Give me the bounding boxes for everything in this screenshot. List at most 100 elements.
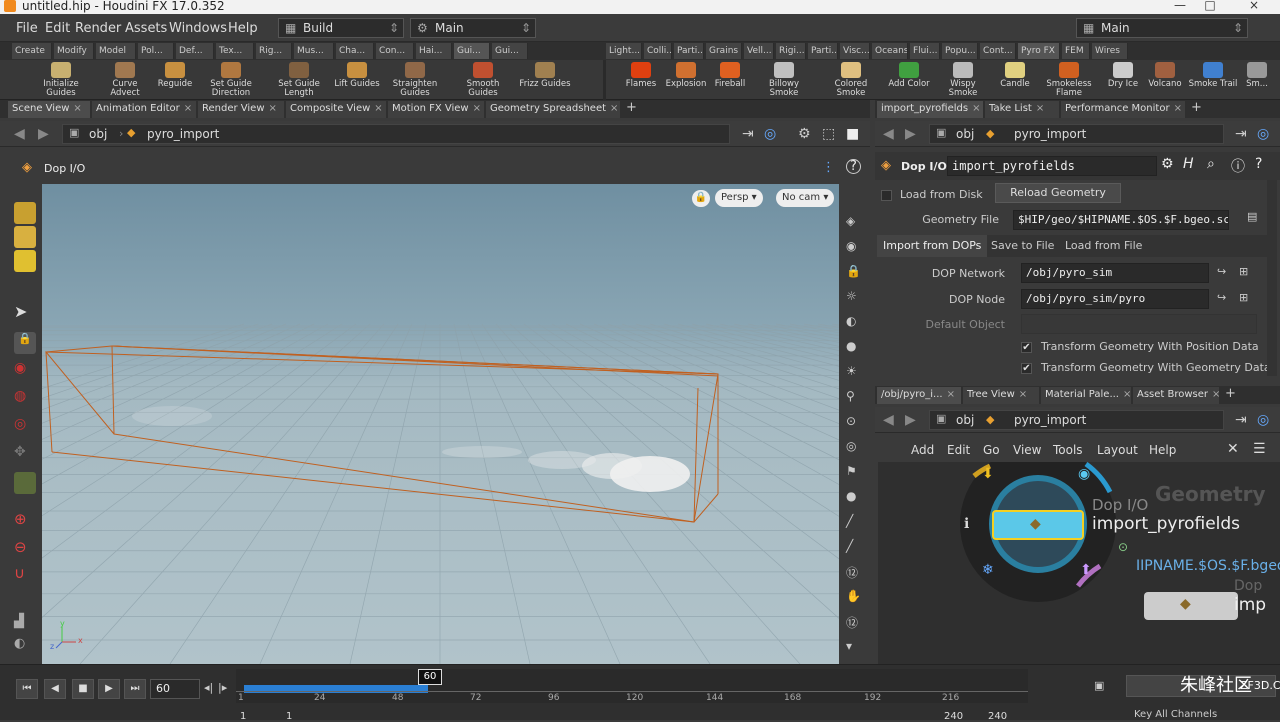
left_panel_tabs-tab-close-icon-5[interactable]: × (610, 103, 618, 114)
net-menu-1[interactable]: Edit (947, 443, 970, 457)
shelf-tab-10[interactable]: Hai... (416, 43, 452, 59)
maximize-pane-icon[interactable]: ■ (846, 126, 859, 142)
hscript-icon[interactable]: H (1183, 156, 1194, 172)
3d-viewport[interactable]: y x z 🔒 Persp ▾ No cam ▾ (42, 184, 839, 664)
viewport-options-icon[interactable]: ⋮ (822, 160, 835, 175)
shelf-tool-r8[interactable]: Smokeless Flame (1042, 62, 1096, 98)
left_panel_tabs-tab-close-icon-1[interactable]: × (184, 103, 192, 114)
dop-io-node[interactable]: ◆ (992, 510, 1084, 540)
bypass-flag-icon[interactable]: ⬇ (982, 466, 994, 482)
shelf-set-select[interactable]: ⚙ Main ⇕ (410, 18, 536, 38)
shelf-tool-5[interactable]: Lift Guides (330, 62, 384, 89)
shelf-tab-7[interactable]: Mus... (294, 43, 334, 59)
net_panel_tabs-tab-3[interactable]: Asset Browser × (1133, 387, 1219, 404)
net-menu-0[interactable]: Add (911, 443, 934, 457)
link-icon[interactable]: ◎ (1257, 412, 1269, 428)
forward-arrow-icon[interactable]: ▶ (38, 126, 49, 142)
shelf-tool-r6[interactable]: Wispy Smoke (936, 62, 990, 98)
reload-geometry-button[interactable]: Reload Geometry (995, 183, 1121, 203)
jump-to-node-icon[interactable]: ↪ (1217, 265, 1226, 278)
search-icon[interactable]: ⌕ (1207, 156, 1215, 172)
view-tool-icon[interactable]: ◉ (14, 360, 36, 382)
viewport-tool-icon-13[interactable]: ╱ (846, 539, 853, 553)
viewport-tool-icon-1[interactable]: ◉ (846, 239, 856, 253)
scale-tool-icon[interactable]: ◍ (14, 388, 36, 410)
second-node[interactable]: ◆ (1144, 592, 1238, 620)
left_panel_tabs-tab-close-icon-3[interactable]: × (374, 103, 382, 114)
geometry-file-field[interactable]: $HIP/geo/$HIPNAME.$OS.$F.bgeo.sc (1013, 210, 1229, 230)
display-icon[interactable]: ⚙ (798, 126, 811, 142)
default-object-field[interactable] (1021, 314, 1257, 334)
transform-tool-icon[interactable]: ✥ (14, 444, 36, 466)
left_panel_tabs-tab-5[interactable]: Geometry Spreadsheet × (486, 101, 620, 118)
viewport-tool-icon-0[interactable]: ◈ (846, 214, 855, 228)
left_panel_tabs-tab-0[interactable]: Scene View × (8, 101, 90, 118)
shelf-tab-r4[interactable]: Vell... (744, 43, 774, 59)
pose-tool-icon[interactable] (14, 472, 36, 494)
left_panel_tabs-tab-close-icon-4[interactable]: × (473, 103, 481, 114)
shelf-set-select-right[interactable]: ▦ Main ⇕ (1076, 18, 1248, 38)
shelf-tool-r10[interactable]: Volcano (1138, 62, 1192, 89)
second-node-name[interactable]: imp (1234, 595, 1266, 615)
net-menu-4[interactable]: Tools (1053, 443, 1083, 457)
net_panel_tabs-tab-0[interactable]: /obj/pyro_i... × (877, 387, 961, 404)
paint-tool-icon[interactable]: ▟ (14, 614, 36, 636)
camera-icon[interactable]: ⬚ (822, 126, 835, 142)
cam-select-button[interactable]: No cam ▾ (776, 189, 835, 207)
viewport-tool-icon-17[interactable]: ▾ (846, 639, 852, 653)
shelf-tab-5[interactable]: Tex... (216, 43, 254, 59)
frame-field[interactable]: 60 (150, 679, 200, 699)
shelf-divider[interactable] (603, 60, 606, 100)
viewport-tool-icon-7[interactable]: ⚲ (846, 389, 855, 403)
menu-help[interactable]: Help (228, 21, 258, 36)
gear-icon[interactable]: ⚙ (1161, 156, 1174, 172)
net-menu-3[interactable]: View (1013, 443, 1041, 457)
left_panel_tabs-add-tab-icon[interactable]: + (626, 100, 637, 115)
shelf-tab-6[interactable]: Rig... (256, 43, 292, 59)
right_panel_tabs-tab-close-icon-2[interactable]: × (1174, 103, 1182, 114)
right_panel_tabs-add-tab-icon[interactable]: + (1191, 100, 1202, 115)
viewport-tool-icon-12[interactable]: ╱ (846, 514, 853, 528)
stop-button[interactable]: ■ (72, 679, 94, 699)
back-arrow-icon[interactable]: ◀ (883, 126, 894, 142)
link-icon[interactable]: ◎ (764, 126, 776, 142)
viewport-tool-icon-9[interactable]: ◎ (846, 439, 856, 453)
forward-arrow-icon[interactable]: ▶ (905, 126, 916, 142)
menu-windows[interactable]: Windows (169, 21, 227, 36)
brush-tool-icon[interactable]: ◐ (14, 636, 36, 658)
node-name-field[interactable]: import_pyrofields (947, 156, 1157, 176)
rotate-tool-icon[interactable]: ◎ (14, 416, 36, 438)
move-tool-icon[interactable] (14, 226, 36, 248)
net-menu-6[interactable]: Help (1149, 443, 1176, 457)
pin-icon[interactable]: ⇥ (1235, 412, 1247, 428)
left_panel_tabs-tab-1[interactable]: Animation Editor × (92, 101, 196, 118)
net-menu-2[interactable]: Go (983, 443, 1000, 457)
range-end2-field[interactable]: 240 (988, 711, 1007, 722)
shelf-tool-6[interactable]: Straighten Guides (388, 62, 442, 98)
help-icon[interactable]: ? (1255, 156, 1262, 172)
left_panel_tabs-tab-4[interactable]: Motion FX View × (388, 101, 484, 118)
shelf-tool-8[interactable]: Frizz Guides (518, 62, 572, 89)
net_panel_tabs-tab-close-icon-3[interactable]: × (1212, 389, 1219, 400)
shelf-tab-r10[interactable]: Popu... (942, 43, 978, 59)
tab-import-from-dops[interactable]: Import from DOPs (877, 235, 988, 257)
shelf-tool-r2[interactable]: Fireball (703, 62, 757, 89)
net_panel_tabs-tab-2[interactable]: Material Pale... × (1041, 387, 1131, 404)
dop-network-field[interactable]: /obj/pyro_sim (1021, 263, 1209, 283)
shelf-tab-r5[interactable]: Rigi... (776, 43, 806, 59)
template-flag-icon[interactable]: ⬆ (1080, 562, 1092, 578)
right_panel_tabs-tab-close-icon-0[interactable]: × (972, 103, 980, 114)
shelf-tool-4[interactable]: Set Guide Length (272, 62, 326, 98)
transform-position-checkbox[interactable]: ✔ (1021, 342, 1032, 353)
desktop-select[interactable]: ▦ Build ⇕ (278, 18, 404, 38)
shelf-tab-r11[interactable]: Cont... (980, 43, 1016, 59)
viewport-tool-icon-16[interactable]: ⑫ (846, 614, 858, 631)
load-from-disk-checkbox[interactable] (881, 190, 892, 201)
range-end-field[interactable]: 240 (944, 711, 963, 722)
param-path-node[interactable]: pyro_import (1014, 125, 1086, 143)
shelf-tab-r0[interactable]: Light... (606, 43, 642, 59)
node-name-label[interactable]: import_pyrofields (1092, 514, 1240, 534)
shelf-tab-r1[interactable]: Colli... (644, 43, 672, 59)
shelf-tab-12[interactable]: Gui... (492, 43, 528, 59)
path-root[interactable]: obj (89, 125, 107, 143)
